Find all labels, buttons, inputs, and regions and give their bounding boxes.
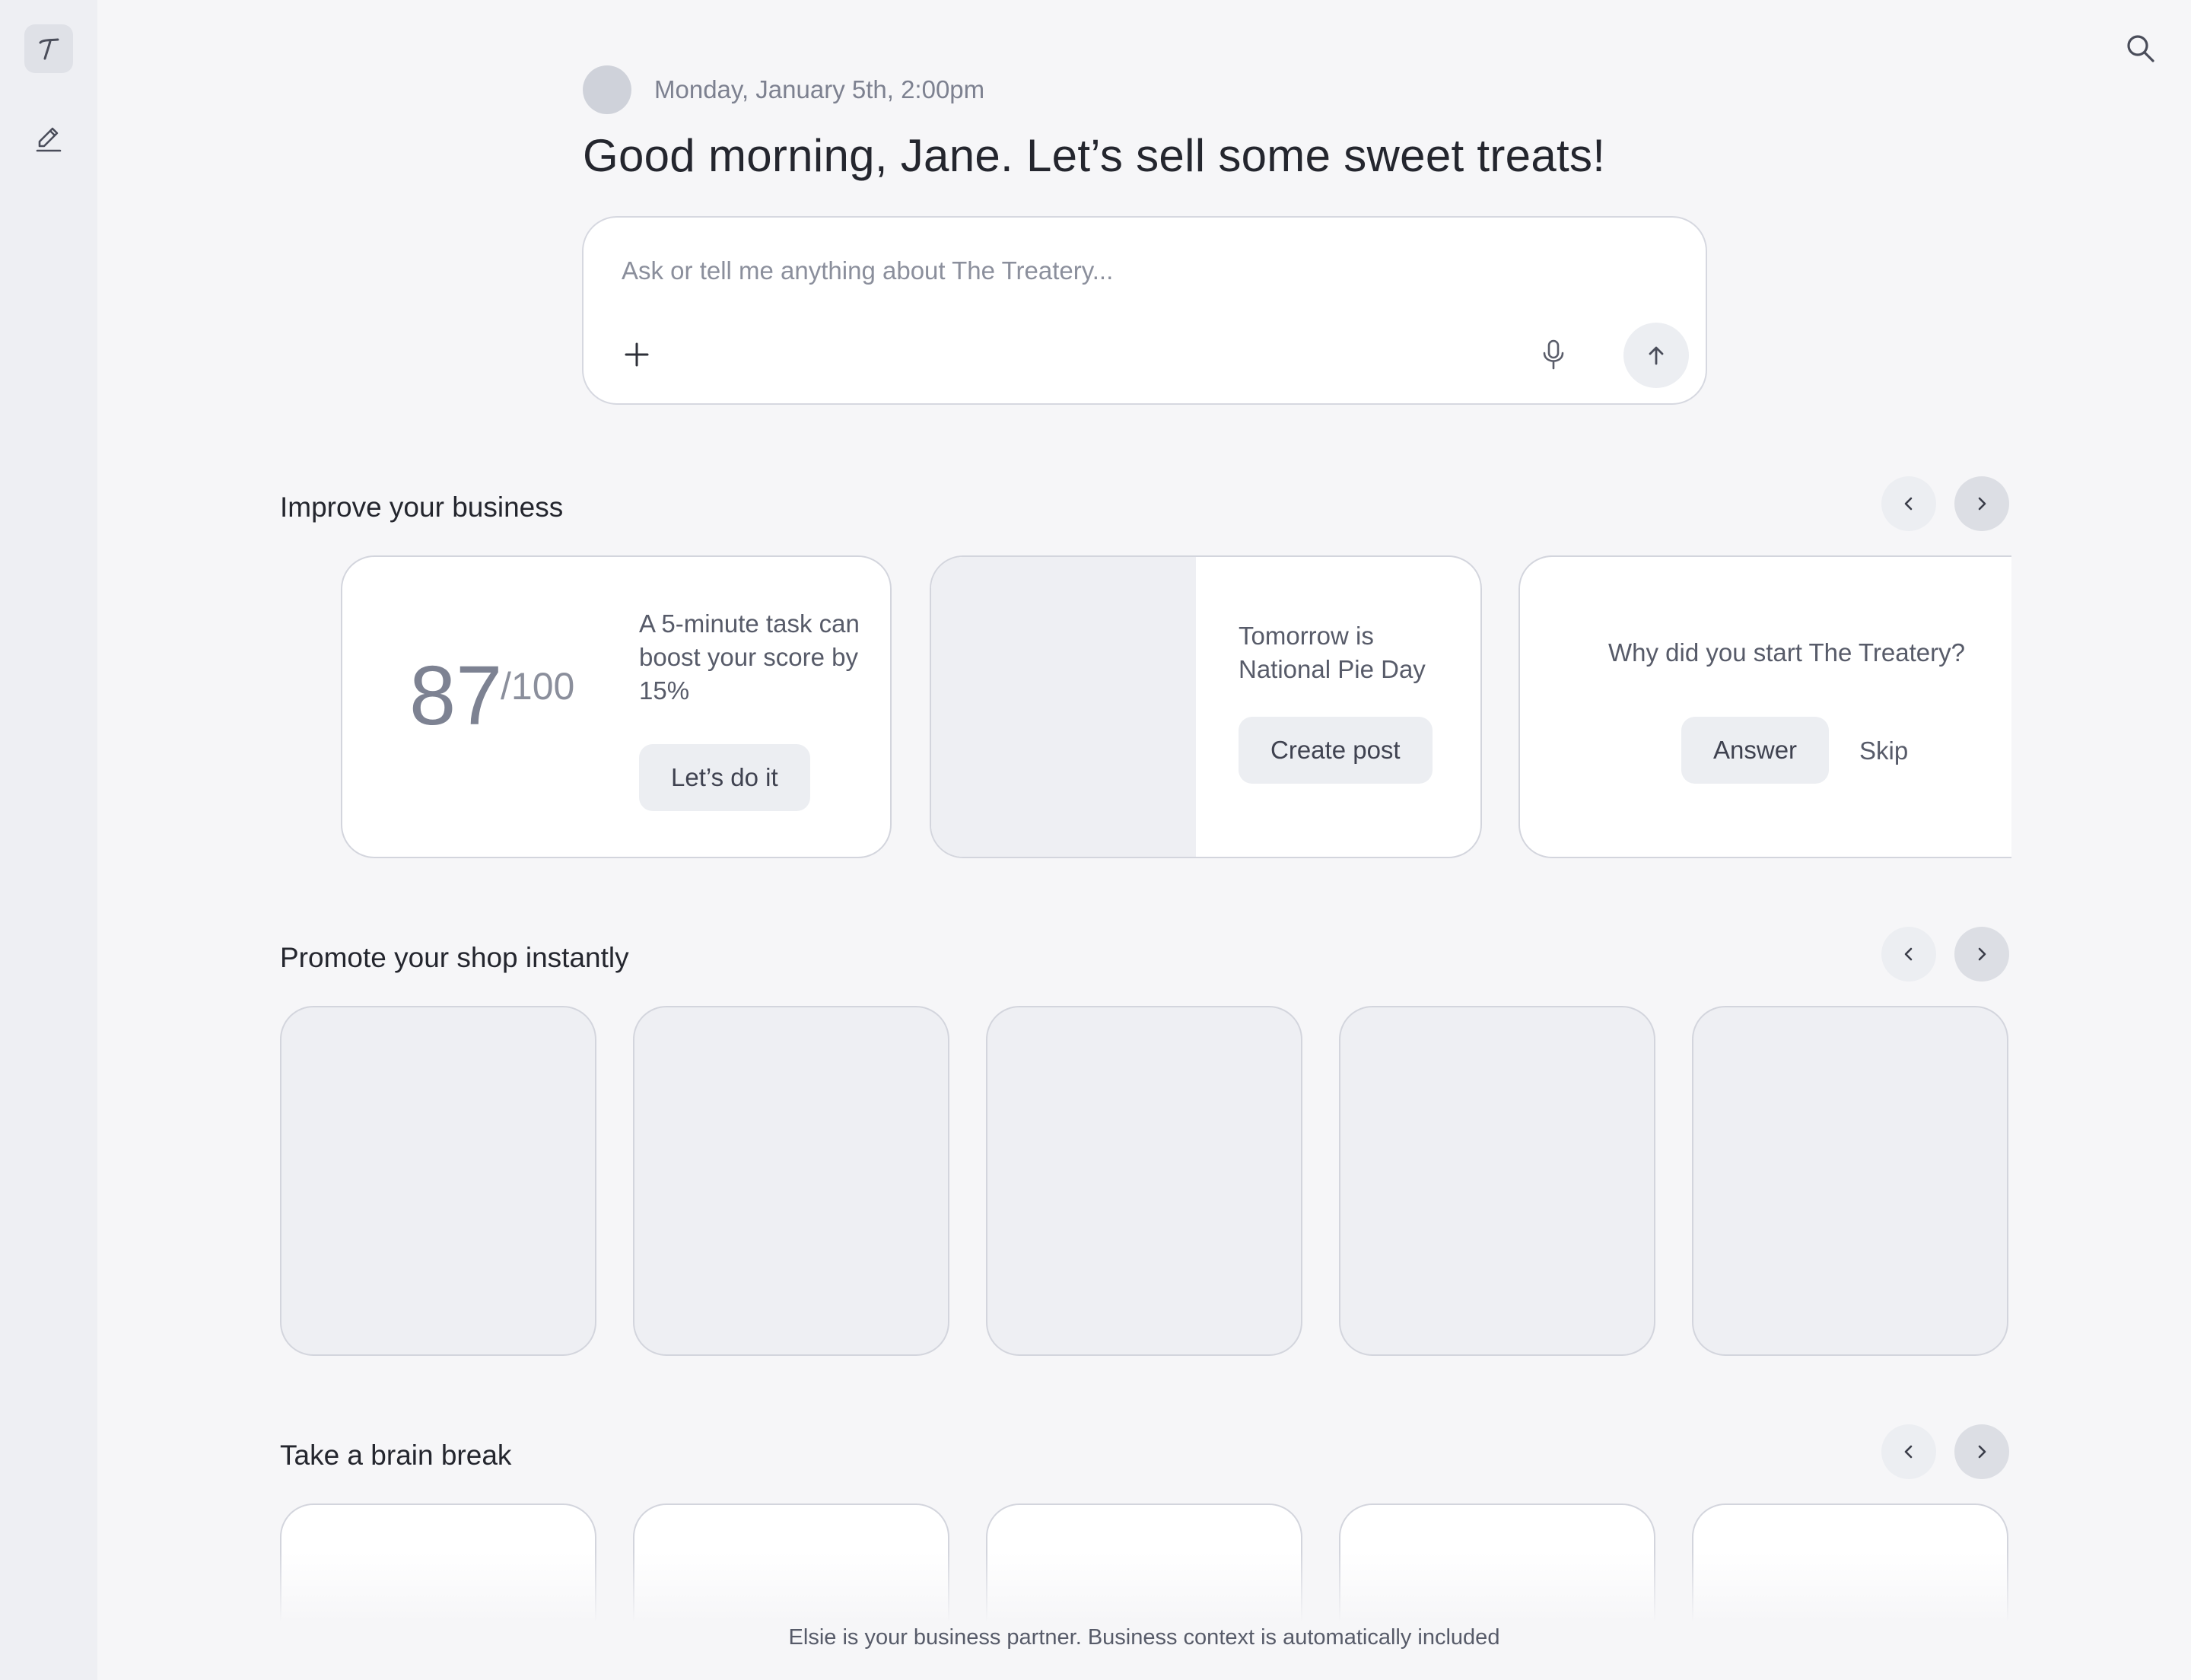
section-title-promote: Promote your shop instantly xyxy=(280,942,629,973)
improve-next-button[interactable] xyxy=(1954,476,2009,531)
brand-t-icon xyxy=(39,38,59,60)
brain-break-prev-button[interactable] xyxy=(1881,1424,1936,1479)
pie-day-card[interactable]: Tomorrow is National Pie Day Create post xyxy=(930,555,1482,858)
question-text: Why did you start The Treatery? xyxy=(1608,638,1965,667)
new-chat-button[interactable] xyxy=(24,111,73,160)
skip-button[interactable]: Skip xyxy=(1859,737,1908,765)
plus-icon xyxy=(625,342,649,367)
greeting-heading: Good morning, Jane. Let’s sell some swee… xyxy=(583,130,1606,181)
section-title-improve: Improve your business xyxy=(280,492,564,523)
chevron-left-icon xyxy=(1904,1445,1913,1459)
promote-tile[interactable] xyxy=(280,1006,596,1356)
voice-input-button[interactable] xyxy=(1531,332,1576,377)
chat-composer xyxy=(582,216,1707,405)
search-icon xyxy=(2127,35,2154,62)
improve-carousel: 87 /100 A 5-minute task can boost your s… xyxy=(280,554,2011,860)
brand-home-button[interactable] xyxy=(24,24,73,73)
pie-day-image xyxy=(931,557,1196,857)
promote-tile[interactable] xyxy=(1339,1006,1655,1356)
promote-prev-button[interactable] xyxy=(1881,927,1936,982)
score-denominator: /100 xyxy=(501,665,575,708)
promote-tile[interactable] xyxy=(986,1006,1302,1356)
improve-prev-button[interactable] xyxy=(1881,476,1936,531)
score-value: 87 xyxy=(409,649,503,743)
date-label: Monday, January 5th, 2:00pm xyxy=(654,75,985,103)
avatar[interactable] xyxy=(583,65,631,114)
promote-tile[interactable] xyxy=(1692,1006,2008,1356)
promote-next-button[interactable] xyxy=(1954,927,2009,982)
pie-day-text: Tomorrow is National Pie Day xyxy=(1239,622,1426,683)
chevron-left-icon xyxy=(1904,497,1913,511)
answer-button[interactable]: Answer xyxy=(1681,717,1830,784)
brain-break-next-button[interactable] xyxy=(1954,1424,2009,1479)
compose-pen-icon xyxy=(36,127,62,152)
search-button[interactable] xyxy=(2119,27,2162,70)
create-post-button[interactable]: Create post xyxy=(1239,717,1433,784)
chevron-left-icon xyxy=(1904,947,1913,961)
arrow-up-icon xyxy=(1649,346,1664,365)
score-card[interactable]: 87 /100 A 5-minute task can boost your s… xyxy=(341,555,892,858)
bottom-fade xyxy=(97,1552,2191,1680)
promote-tile[interactable] xyxy=(633,1006,949,1356)
lets-do-it-button[interactable]: Let’s do it xyxy=(639,744,810,811)
attach-button[interactable] xyxy=(614,332,660,377)
section-title-brain-break: Take a brain break xyxy=(280,1440,512,1471)
chat-input[interactable] xyxy=(622,248,1611,294)
footer-disclaimer: Elsie is your business partner. Business… xyxy=(788,1625,1500,1650)
chevron-right-icon xyxy=(1978,497,1986,511)
score-card-text: A 5-minute task can boost your score by … xyxy=(639,609,860,705)
send-button[interactable] xyxy=(1623,323,1689,388)
chevron-right-icon xyxy=(1978,947,1986,961)
chevron-right-icon xyxy=(1978,1445,1986,1459)
question-card[interactable]: Why did you start The Treatery? Answer S… xyxy=(1518,555,2011,858)
sidebar xyxy=(0,0,97,1680)
microphone-icon xyxy=(1543,339,1564,370)
